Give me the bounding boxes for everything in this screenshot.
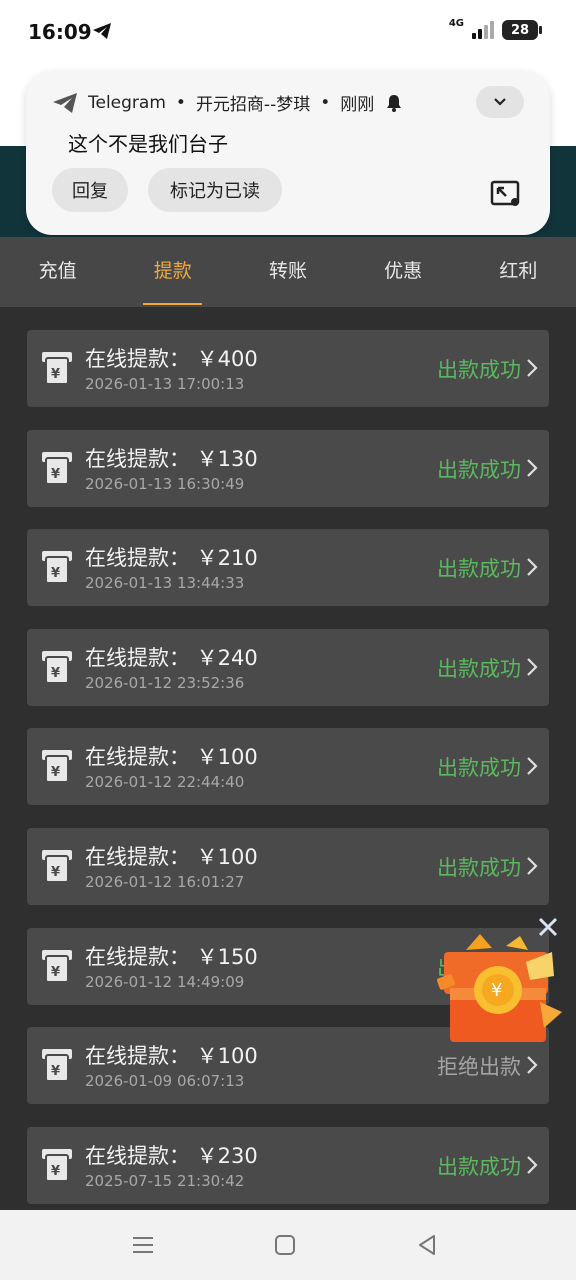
record-time: 2026-01-12 22:44:40 xyxy=(85,773,245,792)
record-title: 在线提款： ￥230 xyxy=(85,1143,258,1168)
notification-time: 刚刚 xyxy=(340,95,375,115)
withdraw-receipt-icon: ¥ xyxy=(42,1049,72,1083)
withdrawal-record[interactable]: ¥ 在线提款： ￥210 2026-01-13 13:44:33 出款成功 xyxy=(27,529,549,607)
withdrawal-list: ¥ 在线提款： ￥400 2026-01-13 17:00:13 出款成功 ¥ 在线提款：… xyxy=(0,307,576,1210)
mark-read-button[interactable]: 标记为已读 xyxy=(148,168,282,212)
svg-text:¥: ¥ xyxy=(51,467,60,482)
svg-text:¥: ¥ xyxy=(51,965,60,980)
withdrawal-record[interactable]: ¥ 在线提款： ￥100 2026-01-12 22:44:40 出款成功 xyxy=(27,728,549,806)
svg-text:¥: ¥ xyxy=(491,980,502,1001)
record-time: 2026-01-13 16:30:49 xyxy=(85,474,245,493)
withdrawal-record[interactable]: ¥ 在线提款： ￥130 2026-01-13 16:30:49 出款成功 xyxy=(27,429,549,507)
record-status: 出款成功 xyxy=(437,756,521,781)
tab-4[interactable]: 红利 xyxy=(461,237,576,307)
withdrawal-record[interactable]: ¥ 在线提款： ￥230 2025-07-15 21:30:42 出款成功 xyxy=(27,1126,549,1204)
chevron-right-icon xyxy=(527,857,538,875)
telegram-icon xyxy=(53,92,77,113)
svg-text:¥: ¥ xyxy=(51,765,60,780)
status-bar: 16:09 4G 28 xyxy=(0,0,576,70)
svg-text:¥: ¥ xyxy=(51,865,60,880)
notification-sender: 开元招商--梦琪 xyxy=(195,95,311,115)
record-title: 在线提款： ￥150 xyxy=(85,944,258,969)
tab-3[interactable]: 优惠 xyxy=(346,237,461,307)
chevron-down-icon xyxy=(494,98,506,106)
telegram-status-icon xyxy=(93,23,111,39)
svg-text:¥: ¥ xyxy=(51,1164,60,1179)
record-title: 在线提款： ￥210 xyxy=(85,546,258,571)
svg-text:¥: ¥ xyxy=(51,367,60,382)
record-title: 在线提款： ￥240 xyxy=(85,645,258,670)
record-status: 出款成功 xyxy=(437,457,521,482)
notification-header: Telegram • 开元招商--梦琪 • 刚刚 xyxy=(52,90,404,115)
chevron-right-icon xyxy=(527,558,538,576)
tab-bar: 充值 提款 转账 优惠 红利 xyxy=(0,237,576,307)
record-title: 在线提款： ￥100 xyxy=(85,845,258,869)
record-time: 2026-01-09 06:07:13 xyxy=(85,1072,245,1091)
chevron-right-icon xyxy=(527,458,538,477)
expand-button[interactable] xyxy=(476,86,524,118)
notification-card[interactable]: Telegram • 开元招商--梦琪 • 刚刚 这个不是我们台子 回复 标记为… xyxy=(26,72,550,235)
record-time: 2026-01-12 16:01:27 xyxy=(85,873,245,891)
record-time: 2026-01-12 23:52:36 xyxy=(85,673,245,692)
menu-icon[interactable] xyxy=(130,1232,156,1258)
record-title: 在线提款： ￥100 xyxy=(85,745,258,770)
home-icon[interactable] xyxy=(272,1232,298,1258)
withdraw-receipt-icon: ¥ xyxy=(42,850,72,883)
record-time: 2026-01-13 13:44:33 xyxy=(85,574,245,593)
record-title: 在线提款： ￥100 xyxy=(85,1044,258,1069)
record-time: 2026-01-13 17:00:13 xyxy=(85,375,245,393)
chevron-right-icon xyxy=(527,757,538,776)
separator-dot: • xyxy=(175,92,186,113)
record-status: 拒绝出款 xyxy=(437,1055,521,1080)
tab-2[interactable]: 转账 xyxy=(230,237,345,307)
withdraw-receipt-icon: ¥ xyxy=(42,650,72,684)
back-icon[interactable] xyxy=(414,1232,440,1258)
chevron-right-icon xyxy=(527,359,538,377)
notification-app-name: Telegram xyxy=(88,92,166,113)
status-time: 16:09 xyxy=(28,20,92,44)
battery-icon: 28 xyxy=(502,20,542,40)
network-type: 4G xyxy=(448,18,464,29)
system-nav-bar xyxy=(0,1210,576,1280)
chevron-right-icon xyxy=(527,1056,538,1074)
reply-button[interactable]: 回复 xyxy=(52,168,128,212)
record-status: 出款成功 xyxy=(437,1154,521,1179)
withdraw-receipt-icon: ¥ xyxy=(42,451,72,485)
status-indicators: 4G 28 xyxy=(448,18,542,40)
tab-0[interactable]: 充值 xyxy=(0,237,115,307)
withdrawal-record[interactable]: ¥ 在线提款： ￥100 2026-01-12 16:01:27 出款成功 xyxy=(27,828,549,905)
notification-message: 这个不是我们台子 xyxy=(68,132,228,156)
withdraw-receipt-icon: ¥ xyxy=(42,750,72,784)
withdraw-receipt-icon: ¥ xyxy=(42,949,72,983)
withdraw-receipt-icon: ¥ xyxy=(42,1148,72,1182)
signal-icon xyxy=(472,21,494,39)
record-status: 出款成功 xyxy=(437,656,521,681)
withdrawal-record[interactable]: ¥ 在线提款： ￥240 2026-01-12 23:52:36 出款成功 xyxy=(27,628,549,706)
svg-text:¥: ¥ xyxy=(51,1064,60,1079)
withdraw-receipt-icon: ¥ xyxy=(42,352,72,385)
tab-1[interactable]: 提款 xyxy=(115,237,230,307)
withdraw-receipt-icon: ¥ xyxy=(42,551,72,585)
separator-dot: • xyxy=(320,92,331,113)
chevron-right-icon xyxy=(527,1156,538,1174)
svg-text:¥: ¥ xyxy=(51,566,60,581)
gift-box-promo-icon[interactable]: ¥ xyxy=(436,932,566,1050)
record-title: 在线提款： ￥130 xyxy=(85,446,258,471)
record-status: 出款成功 xyxy=(437,358,521,382)
record-status: 出款成功 xyxy=(437,856,521,880)
record-title: 在线提款： ￥400 xyxy=(85,347,258,371)
picture-in-picture-icon[interactable] xyxy=(490,180,522,208)
record-status: 出款成功 xyxy=(437,557,521,582)
bell-icon xyxy=(387,94,402,112)
svg-text:¥: ¥ xyxy=(51,666,60,681)
record-time: 2026-01-12 14:49:09 xyxy=(85,972,245,991)
chevron-right-icon xyxy=(527,658,538,676)
record-time: 2025-07-15 21:30:42 xyxy=(85,1171,245,1190)
battery-level: 28 xyxy=(510,22,530,38)
withdrawal-record[interactable]: ¥ 在线提款： ￥400 2026-01-13 17:00:13 出款成功 xyxy=(27,330,549,407)
